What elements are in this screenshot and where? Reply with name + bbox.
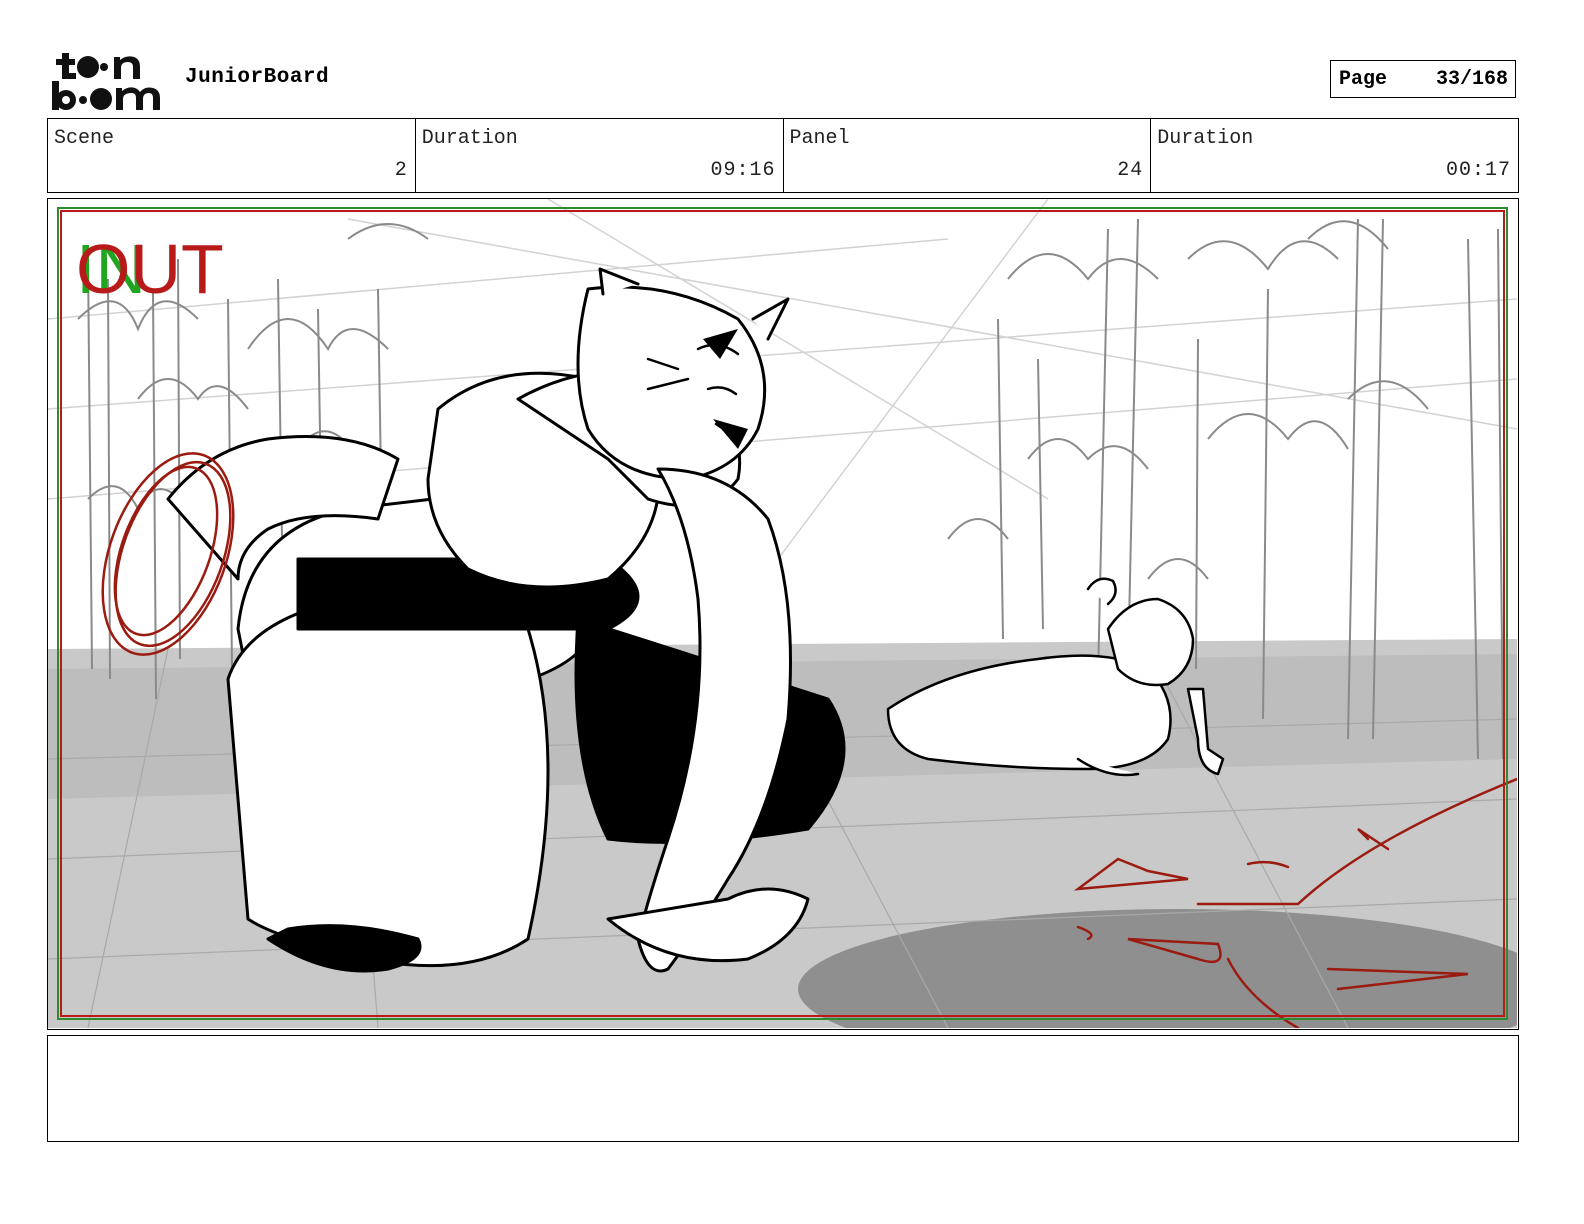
in-out-markers: IN OUT [76, 229, 276, 309]
scene-cell: Scene 2 [48, 119, 416, 192]
panel-cell: Panel 24 [784, 119, 1152, 192]
scene-label: Scene [54, 127, 115, 150]
app-name: JuniorBoard [185, 66, 330, 89]
toonboom-logo [50, 50, 168, 112]
page-label: Page [1339, 67, 1388, 91]
panel-label: Panel [789, 127, 850, 150]
scene-duration-label: Duration [421, 127, 518, 150]
panel-duration-value: 00:17 [1445, 159, 1511, 182]
panel-notes-box[interactable] [47, 1035, 1519, 1142]
scene-duration-value: 09:16 [710, 159, 776, 182]
page-value: 33/168 [1435, 67, 1508, 91]
toonboom-logo-icon [52, 53, 160, 110]
scene-duration-cell: Duration 09:16 [416, 119, 784, 192]
out-marker: OUT [76, 230, 224, 308]
storyboard-panel[interactable]: IN OUT [47, 198, 1519, 1030]
panel-info-row: Scene 2 Duration 09:16 Panel 24 Duration… [47, 118, 1519, 193]
scene-value: 2 [394, 159, 408, 182]
panel-duration-cell: Duration 00:17 [1151, 119, 1518, 192]
panel-drawing [48, 199, 1517, 1028]
page-indicator: Page 33/168 [1330, 60, 1516, 98]
panel-duration-label: Duration [1157, 127, 1254, 150]
panel-value: 24 [1117, 159, 1144, 182]
